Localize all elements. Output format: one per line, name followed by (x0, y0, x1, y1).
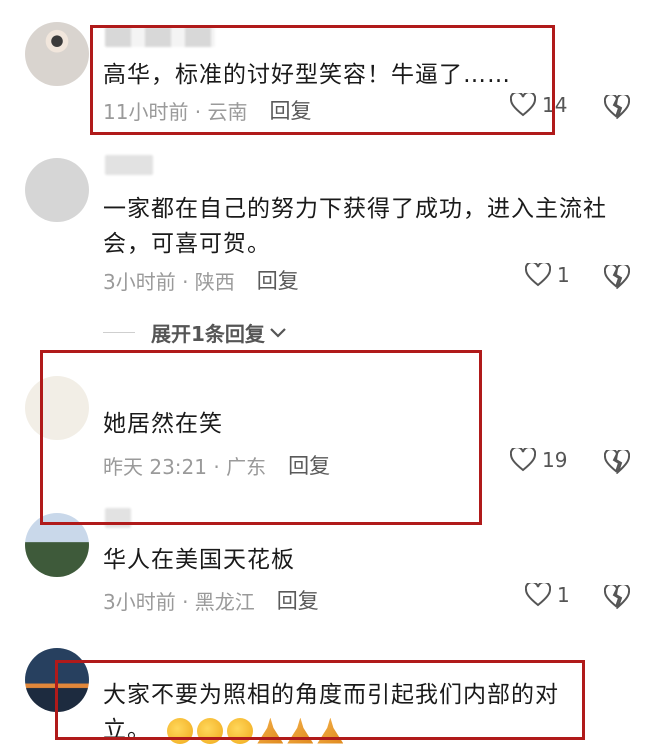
comment-text: 华人在美国天花板 (103, 547, 295, 573)
heart-icon (510, 448, 536, 472)
emoji-row (167, 717, 344, 744)
expand-replies-button[interactable]: 展开1条回复 (103, 318, 287, 347)
heart-icon (525, 583, 551, 607)
comment-meta: 11小时前 · 云南 回复 (103, 95, 312, 125)
pray-emoji-icon (317, 717, 344, 744)
chevron-down-icon (270, 327, 286, 338)
like-count: 19 (542, 448, 568, 472)
comment-meta: 3小时前 · 黑龙江 回复 (103, 585, 319, 615)
comment-item: 一家都在自己的努力下获得了成功，进入主流社会，可喜可贺。 3小时前 · 陕西 回… (0, 145, 660, 305)
divider (103, 332, 135, 333)
time-location: 11小时前 · 云南 (103, 99, 248, 124)
like-button[interactable]: 19 (510, 448, 567, 472)
comment-text: 高华，标准的讨好型笑容！牛逼了…… (103, 62, 511, 88)
heart-icon (510, 93, 536, 117)
like-count: 1 (557, 583, 570, 607)
broken-heart-icon (604, 265, 630, 289)
like-button[interactable]: 1 (525, 263, 570, 287)
reply-button[interactable]: 回复 (288, 450, 330, 480)
dislike-button[interactable] (604, 585, 630, 609)
comment-text: 一家都在自己的努力下获得了成功，进入主流社会，可喜可贺。 (103, 196, 607, 257)
avatar[interactable] (25, 158, 89, 222)
like-count: 1 (557, 263, 570, 287)
comment-text: 她居然在笑 (103, 411, 223, 437)
time-location: 3小时前 · 陕西 (103, 269, 235, 294)
time-location: 昨天 23:21 · 广东 (103, 454, 267, 479)
dislike-button[interactable] (604, 265, 630, 289)
smirk-emoji-icon (227, 717, 254, 744)
comment-text: 大家不要为照相的角度而引起我们内部的对立。 (103, 678, 603, 748)
smirk-emoji-icon (197, 717, 224, 744)
broken-heart-icon (604, 95, 630, 119)
avatar[interactable] (25, 22, 89, 86)
smirk-emoji-icon (167, 717, 194, 744)
username-blurred[interactable] (105, 27, 215, 47)
time-location: 3小时前 · 黑龙江 (103, 589, 255, 614)
comment-meta: 3小时前 · 陕西 回复 (103, 265, 299, 295)
dislike-button[interactable] (604, 450, 630, 474)
comment-item: 她居然在笑 昨天 23:21 · 广东 回复 19 (0, 370, 660, 510)
like-count: 14 (542, 93, 568, 117)
expand-label: 展开1条回复 (151, 322, 265, 346)
comment-item: 大家不要为照相的角度而引起我们内部的对立。 (0, 645, 660, 750)
comment-meta: 昨天 23:21 · 广东 回复 (103, 450, 330, 480)
pray-emoji-icon (287, 717, 314, 744)
like-button[interactable]: 14 (510, 93, 567, 117)
comment-item: 华人在美国天花板 3小时前 · 黑龙江 回复 1 (0, 505, 660, 640)
avatar[interactable] (25, 376, 89, 440)
comment-item: 高华，标准的讨好型笑容！牛逼了…… 11小时前 · 云南 回复 14 (0, 0, 660, 145)
dislike-button[interactable] (604, 95, 630, 119)
reply-button[interactable]: 回复 (270, 95, 312, 125)
reply-button[interactable]: 回复 (257, 265, 299, 295)
avatar[interactable] (25, 648, 89, 712)
broken-heart-icon (604, 585, 630, 609)
username-blurred[interactable] (105, 508, 131, 528)
reply-button[interactable]: 回复 (277, 585, 319, 615)
heart-icon (525, 263, 551, 287)
like-button[interactable]: 1 (525, 583, 570, 607)
avatar[interactable] (25, 513, 89, 577)
pray-emoji-icon (257, 717, 284, 744)
broken-heart-icon (604, 450, 630, 474)
username-blurred[interactable] (105, 155, 153, 175)
